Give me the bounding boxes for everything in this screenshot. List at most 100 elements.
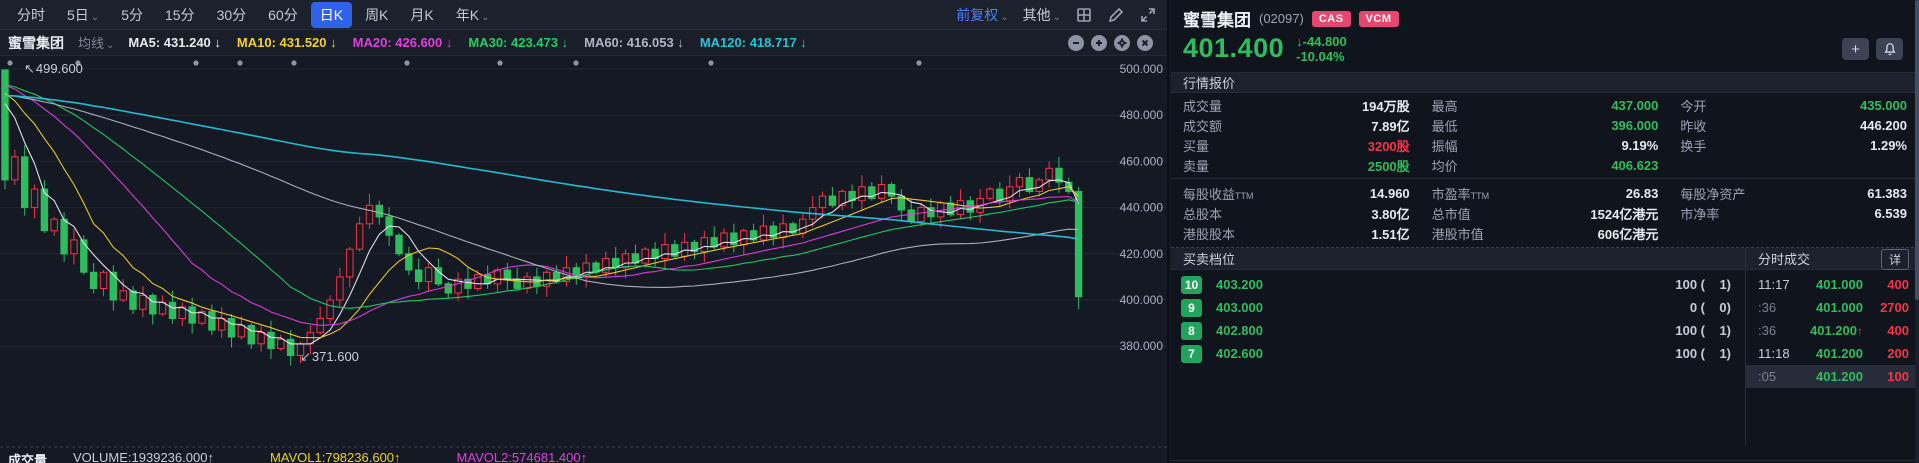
- level-badge: 7: [1181, 345, 1202, 363]
- ma10-value: MA10: 431.520 ↓: [237, 35, 337, 50]
- quote-label: 市盈率TTM: [1432, 184, 1490, 203]
- quote-value: 406.623: [1611, 158, 1658, 173]
- trade-time: :05: [1758, 369, 1802, 384]
- trade-volume: 400: [1863, 323, 1909, 338]
- divider: [1171, 178, 1919, 179]
- quote-label: 总市值: [1432, 204, 1471, 223]
- ma30-value: MA30: 423.473 ↓: [468, 35, 568, 50]
- quote-value: 3200股: [1368, 136, 1410, 155]
- chevron-down-icon: ⌄: [106, 40, 114, 51]
- quote-value: 1.29%: [1870, 138, 1907, 153]
- zoom-out-icon[interactable]: [1068, 35, 1084, 51]
- quote-label: 买量: [1183, 136, 1209, 155]
- bid-level-row[interactable]: 8402.800100 ( 1): [1171, 319, 1745, 342]
- price-alert-bell-icon[interactable]: [1876, 38, 1903, 60]
- trade-time: 11:18: [1758, 346, 1802, 361]
- volume-pane-title: 成交量: [8, 450, 47, 463]
- adjust-mode-dropdown[interactable]: 前复权⌄: [956, 5, 1008, 25]
- tab-timeline[interactable]: 分时: [8, 2, 54, 28]
- trade-volume: 400: [1863, 277, 1909, 292]
- tab-daily-k-selected[interactable]: 日K: [311, 2, 352, 28]
- level-badge: 8: [1181, 322, 1202, 340]
- scrollbar-thumb[interactable]: [1915, 0, 1919, 300]
- chevron-down-icon: ⌄: [481, 12, 489, 23]
- bid-level-row[interactable]: 9403.0000 ( 0): [1171, 296, 1745, 319]
- trade-row[interactable]: :36401.0002700: [1746, 296, 1919, 319]
- stock-trading-app: 分时 5日⌄ 5分 15分 30分 60分 日K 周K 月K 年K⌄ 前复权⌄ …: [0, 0, 1919, 463]
- trade-time: :36: [1758, 300, 1802, 315]
- chart-settings-gear-icon[interactable]: [1114, 35, 1130, 51]
- quote-label: 换手: [1680, 136, 1706, 155]
- chart-legend: 蜜雪集团 均线⌄ MA5: 431.240 ↓ MA10: 431.520 ↓ …: [0, 30, 1167, 56]
- orderbook-section: 买卖档位 分时成交 详 10403.200100 ( 1) 9403.0000 …: [1171, 247, 1919, 463]
- timesales-header: 分时成交 详: [1745, 248, 1919, 269]
- tab-60min[interactable]: 60分: [259, 2, 307, 28]
- layout-grid-icon[interactable]: [1075, 6, 1093, 24]
- quote-label: 振幅: [1432, 136, 1458, 155]
- quote-value: 6.539: [1874, 206, 1907, 221]
- chevron-down-icon: ⌄: [1053, 12, 1061, 23]
- mavol1-value: MAVOL1:798236.600↑: [270, 450, 401, 463]
- candlestick-chart[interactable]: 500.000480.000460.000440.000420.000400.0…: [0, 57, 1169, 463]
- bid-size: 100 ( 1): [1675, 277, 1731, 292]
- svg-text:400.000: 400.000: [1120, 293, 1164, 307]
- tab-30min[interactable]: 30分: [208, 2, 256, 28]
- close-chart-icon[interactable]: [1137, 35, 1153, 51]
- quote-label: 卖量: [1183, 156, 1209, 175]
- bid-level-row[interactable]: 10403.200100 ( 1): [1171, 273, 1745, 296]
- svg-text:380.000: 380.000: [1120, 339, 1164, 353]
- quote-label: 均价: [1432, 156, 1458, 175]
- quote-section-header: 行情报价: [1171, 72, 1919, 93]
- quote-label: 每股收益TTM: [1183, 184, 1254, 203]
- fullscreen-expand-icon[interactable]: [1139, 6, 1157, 24]
- divider: [1171, 460, 1919, 461]
- tab-yearly-k[interactable]: 年K⌄: [447, 2, 499, 28]
- add-to-watchlist-button[interactable]: +: [1842, 38, 1869, 60]
- ma20-value: MA20: 426.600 ↓: [353, 35, 453, 50]
- trade-row-highlighted[interactable]: :05 401.200100: [1746, 365, 1919, 388]
- panel-scrollbar[interactable]: [1915, 0, 1919, 463]
- tab-5min[interactable]: 5分: [112, 2, 152, 28]
- other-dropdown[interactable]: 其他⌄: [1023, 5, 1061, 25]
- timesales-detail-button[interactable]: 详: [1881, 249, 1909, 270]
- quote-label: 今开: [1680, 96, 1706, 115]
- drawing-brush-icon[interactable]: [1107, 6, 1125, 24]
- bid-level-row[interactable]: 7402.600100 ( 1): [1171, 342, 1745, 365]
- trade-time: :36: [1758, 323, 1802, 338]
- tab-weekly-k[interactable]: 周K: [356, 2, 397, 28]
- quote-value: 2500股: [1368, 156, 1410, 175]
- quote-label: 最低: [1432, 116, 1458, 135]
- quote-value: 14.960: [1370, 186, 1410, 201]
- quote-value: 396.000: [1611, 118, 1658, 133]
- quote-panel: 蜜雪集团 (02097) CAS VCM 401.400 ↓-44.800 -1…: [1171, 0, 1919, 463]
- quote-label: 最高: [1432, 96, 1458, 115]
- ma-selector-dropdown[interactable]: 均线⌄: [78, 33, 114, 52]
- trade-price: 401.200↑: [1810, 323, 1863, 338]
- quote-value: 435.000: [1860, 98, 1907, 113]
- chart-canvas[interactable]: 500.000480.000460.000440.000420.000400.0…: [0, 57, 1169, 463]
- period-toolbar: 分时 5日⌄ 5分 15分 30分 60分 日K 周K 月K 年K⌄ 前复权⌄ …: [0, 0, 1167, 30]
- trade-volume: 100: [1863, 369, 1909, 384]
- tab-5day[interactable]: 5日⌄: [58, 2, 108, 28]
- trade-volume: 2700: [1863, 300, 1909, 315]
- zoom-in-icon[interactable]: [1091, 35, 1107, 51]
- trade-row[interactable]: :36 401.200↑400: [1746, 319, 1919, 342]
- quote-label: 总股本: [1183, 204, 1222, 223]
- quote-value: 194万股: [1362, 96, 1410, 115]
- quote-value: 1524亿港元: [1590, 204, 1658, 223]
- trade-price: 401.200: [1816, 369, 1863, 384]
- quote-label: 成交额: [1183, 116, 1222, 135]
- quote-label: 市净率: [1680, 204, 1719, 223]
- level-badge: 10: [1181, 276, 1202, 294]
- trade-row[interactable]: 11:17401.000400: [1746, 273, 1919, 296]
- trade-row[interactable]: 11:18401.200200: [1746, 342, 1919, 365]
- bid-size: 100 ( 1): [1675, 346, 1731, 361]
- quote-value: 437.000: [1611, 98, 1658, 113]
- svg-text:440.000: 440.000: [1120, 201, 1164, 215]
- tab-15min[interactable]: 15分: [156, 2, 204, 28]
- volume-pane-header: 成交量 VOLUME:1939236.000↑ MAVOL1:798236.60…: [8, 450, 587, 463]
- vcm-badge: VCM: [1359, 11, 1399, 27]
- tab-monthly-k[interactable]: 月K: [401, 2, 442, 28]
- mavol2-value: MAVOL2:574681.400↑: [457, 450, 588, 463]
- price-change: ↓-44.800 -10.04%: [1296, 34, 1347, 64]
